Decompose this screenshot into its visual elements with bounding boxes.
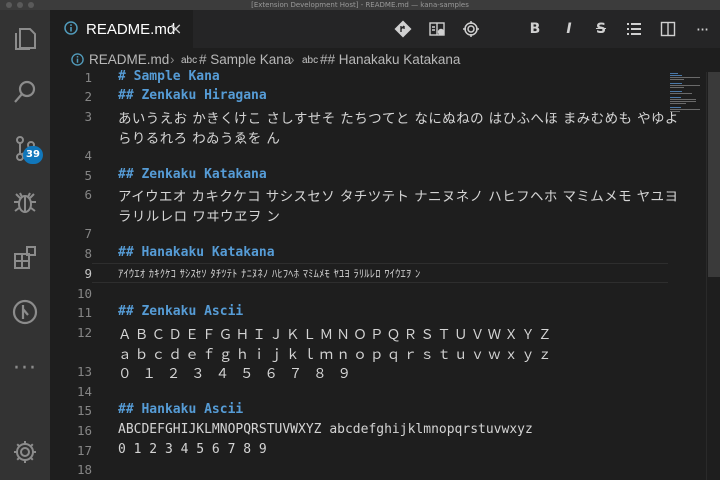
close-icon[interactable]: × xyxy=(169,21,182,37)
italic-button[interactable]: I xyxy=(559,19,579,39)
extensions-icon[interactable] xyxy=(0,236,50,280)
line-number: 15 xyxy=(76,403,92,418)
line-number: 12 xyxy=(76,325,92,340)
search-icon[interactable] xyxy=(0,70,50,114)
line-number: 16 xyxy=(76,423,92,438)
tab-readme[interactable]: README.md × xyxy=(50,10,193,48)
split-editor-icon[interactable] xyxy=(658,19,678,39)
line-number: 2 xyxy=(84,89,92,104)
list-icon[interactable] xyxy=(624,19,644,39)
breadcrumb-symbol-2[interactable]: ## Hanakaku Katakana xyxy=(320,52,460,67)
code-line: 0 1 2 3 4 5 6 7 8 9 xyxy=(118,442,267,457)
code-heading: ## Zenkaku Hiragana xyxy=(118,88,267,103)
line-number: 5 xyxy=(84,168,92,183)
more-actions-icon[interactable]: ··· xyxy=(692,19,712,39)
line-number: 8 xyxy=(84,246,92,261)
line-number: 7 xyxy=(84,226,92,241)
symbol-string-icon: abc xyxy=(302,55,319,66)
code-line: ｱｲｳｴｵ ｶｷｸｹｺ ｻｼｽｾｿ ﾀﾁﾂﾃﾄ ﾅﾆﾇﾈﾉ ﾊﾋﾌﾍﾎ ﾏﾐﾑﾒ… xyxy=(118,268,421,280)
code-heading: ## Hankaku Ascii xyxy=(118,402,244,417)
line-number: 11 xyxy=(76,305,92,320)
settings-icon[interactable] xyxy=(461,19,481,39)
scrollbar-thumb[interactable] xyxy=(708,72,720,277)
code-line: あいうえお かきくけこ さしすせそ たちつてと なにぬねの はひふへほ まみむめ… xyxy=(118,111,679,127)
line-number: 10 xyxy=(76,286,92,301)
more-views-icon[interactable]: ··· xyxy=(0,346,50,390)
code-heading: # Sample Kana xyxy=(118,69,220,84)
breadcrumb-file[interactable]: README.md xyxy=(89,52,169,67)
line-number: 17 xyxy=(76,443,92,458)
line-number: 18 xyxy=(76,462,92,477)
debug-icon[interactable] xyxy=(0,180,50,224)
code-line: ABCDEFGHIJKLMNOPQRSTUVWXYZ abcdefghijklm… xyxy=(118,422,533,437)
line-number: 3 xyxy=(84,109,92,124)
window-titlebar: [Extension Development Host] - README.md… xyxy=(0,0,720,10)
window-controls[interactable] xyxy=(6,2,34,8)
code-line: ＡＢＣＤＥＦＧＨＩＪＫＬＭＮＯＰＱＲＳＴＵＶＷＸＹＺ xyxy=(118,327,555,343)
code-line: らりるれろ わゐうゑを ん xyxy=(118,131,281,147)
info-circle-icon xyxy=(64,20,78,39)
line-number-active: 9 xyxy=(84,266,92,281)
bold-button[interactable]: B xyxy=(525,19,545,39)
code-line: アイウエオ カキクケコ サシスセソ タチツテト ナニヌネノ ハヒフヘホ マミムメ… xyxy=(118,189,679,205)
line-number: 6 xyxy=(84,187,92,202)
chevron-right-icon: › xyxy=(170,52,175,67)
line-number: 13 xyxy=(76,364,92,379)
activity-bar: 39 ··· xyxy=(0,10,50,480)
code-line: ａｂｃｄｅｆｇｈｉｊｋｌｍｎｏｐｑｒｓｔｕｖｗｘｙｚ xyxy=(118,347,555,363)
strikethrough-button[interactable]: S xyxy=(591,19,611,39)
chevron-right-icon: › xyxy=(290,52,295,67)
manage-gear-icon[interactable] xyxy=(0,430,50,474)
open-preview-icon[interactable] xyxy=(427,19,447,39)
git-commit-icon[interactable] xyxy=(393,19,413,39)
line-number: 1 xyxy=(84,70,92,85)
code-line: ０ １ ２ ３ ４ ５ ６ ７ ８ ９ xyxy=(118,366,355,382)
line-number: 4 xyxy=(84,148,92,163)
symbol-string-icon: abc xyxy=(181,55,198,66)
line-number: 14 xyxy=(76,384,92,399)
breadcrumb-info-icon xyxy=(71,53,84,69)
code-heading: ## Hanakaku Katakana xyxy=(118,245,275,260)
minimap[interactable] xyxy=(668,72,706,480)
code-heading: ## Zenkaku Ascii xyxy=(118,304,244,319)
gitlens-icon[interactable] xyxy=(0,290,50,334)
tab-label: README.md xyxy=(86,20,176,38)
code-heading: ## Zenkaku Katakana xyxy=(118,167,267,182)
scm-badge: 39 xyxy=(23,146,43,164)
explorer-icon[interactable] xyxy=(0,16,50,60)
vertical-scrollbar[interactable] xyxy=(706,72,720,480)
window-title: [Extension Development Host] - README.md… xyxy=(251,1,469,9)
code-line: ラリルレロ ワヰウヱヲ ン xyxy=(118,209,281,225)
breadcrumb-symbol-1[interactable]: # Sample Kana xyxy=(199,52,291,67)
tab-bar: README.md × B I S ··· xyxy=(50,10,720,48)
